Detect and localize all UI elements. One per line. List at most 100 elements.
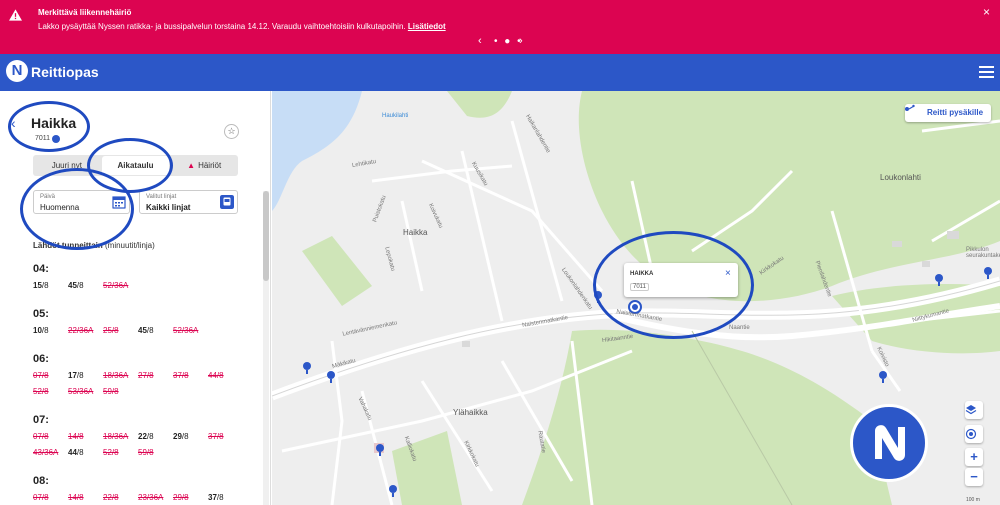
cancelled-departure[interactable]: 23/36A [138,493,173,502]
departure-line: /8 [111,493,119,502]
place-label-church: Pikkulon seurakuntakeskus [966,247,1000,259]
alert-more-link[interactable]: Lisätiedot [408,22,446,31]
departure-line: /8 [146,371,154,380]
departure-minute: 52 [103,281,112,290]
departure-minute: 52 [173,326,182,335]
departure-minute: 52 [33,387,42,396]
departure-minute: 07 [33,371,42,380]
disruption-banner: Merkittävä liikennehäiriö Lakko pysäyttä… [0,0,1000,54]
departure-minute: 07 [33,493,42,502]
departure[interactable]: 17/8 [68,371,103,380]
cancelled-departure[interactable]: 27/8 [138,371,173,380]
departure-minute: 17 [68,371,77,380]
cancelled-departure[interactable]: 37/8 [173,371,208,380]
departure-minute: 15 [33,281,42,290]
departure-minute: 37 [208,432,217,441]
alert-text: Lakko pysäyttää Nyssen ratikka- ja bussi… [38,22,446,31]
bus-filter-icon [220,195,234,209]
departure-minute: 22 [68,326,77,335]
tab-disruptions[interactable]: ▲ Häiriöt [170,155,238,176]
cancelled-departure[interactable]: 07/8 [33,493,68,502]
alert-prev-button[interactable]: ‹ [478,35,482,47]
departure-line: /8 [111,448,119,457]
zoom-in-button[interactable]: + [965,448,983,466]
departure[interactable]: 44/8 [68,448,103,457]
departure-minute: 53 [68,387,77,396]
locate-button[interactable] [965,425,983,443]
departure-line: /8 [216,493,224,502]
departure-line: /8 [76,448,84,457]
departure-minute: 14 [68,432,77,441]
hamburger-menu-icon[interactable] [979,66,994,78]
locate-icon [965,428,977,440]
scrollbar-thumb[interactable] [263,191,269,281]
cancelled-departure[interactable]: 18/36A [103,371,138,380]
departure-line: /36A [111,281,129,290]
departure-minute: 44 [208,371,217,380]
cancelled-departure[interactable]: 07/8 [33,371,68,380]
departure[interactable]: 10/8 [33,326,68,335]
hour-heading: 07: [33,414,49,426]
departure-line: /8 [76,371,84,380]
departure-line: /8 [41,371,49,380]
cancelled-departure[interactable]: 44/8 [208,371,243,380]
cancelled-departure[interactable]: 52/8 [103,448,138,457]
cancelled-departure[interactable]: 18/36A [103,432,138,441]
departure-line: /8 [41,387,49,396]
cancelled-departure[interactable]: 59/8 [103,387,138,396]
water-label: Haukilahti [382,113,409,119]
cancelled-departure[interactable]: 53/36A [68,387,103,396]
departure-minute: 29 [173,432,182,441]
departure[interactable]: 22/8 [138,432,173,441]
cancelled-departure[interactable]: 29/8 [173,493,208,502]
layers-button[interactable] [965,401,983,419]
departure-line: /36A [111,371,129,380]
cancelled-departure[interactable]: 14/8 [68,432,103,441]
cancelled-departure[interactable]: 14/8 [68,493,103,502]
departure-line: /8 [41,281,49,290]
departure[interactable]: 45/8 [138,326,173,335]
cancelled-departure[interactable]: 59/8 [138,448,173,457]
cancelled-departure[interactable]: 52/36A [103,281,138,290]
departure-minute: 29 [173,493,182,502]
cancelled-departure[interactable]: 07/8 [33,432,68,441]
departure-line: /36A [76,326,94,335]
annotation-circle [8,101,90,152]
departure-line: /8 [146,448,154,457]
departure[interactable]: 29/8 [173,432,208,441]
departure-line: /8 [181,432,189,441]
line-selector[interactable]: Valitut linjat Kaikki linjat [139,190,238,214]
favourite-star-button[interactable]: ☆ [224,124,239,139]
app-logo[interactable]: N [6,60,28,82]
map-scale: 100 m [966,497,980,503]
departure-minute: 23 [138,493,147,502]
departure-minute: 27 [138,371,147,380]
alert-close-button[interactable]: × [983,5,990,19]
route-to-stop-label: Reitti pysäkille [927,108,984,117]
route-to-stop-button[interactable]: Reitti pysäkille [905,104,992,122]
cancelled-departure[interactable]: 22/8 [103,493,138,502]
place-label-haikka: Haikka [403,228,428,237]
departure-line: /8 [216,371,224,380]
departure[interactable]: 45/8 [68,281,103,290]
cancelled-departure[interactable]: 25/8 [103,326,138,335]
departure-minute: 18 [103,432,112,441]
cancelled-departure[interactable]: 43/36A [33,448,68,457]
departure-row: 52/8 53/36A 59/8 [33,387,138,396]
alert-next-button[interactable]: › [519,35,523,47]
place-label-ylahaikka: Ylähaikka [453,408,488,417]
departure-minute: 59 [103,387,112,396]
cancelled-departure[interactable]: 52/36A [173,326,208,335]
cancelled-departure[interactable]: 22/36A [68,326,103,335]
app-header: N Reittiopas [0,54,1000,91]
place-label-loukonlahti: Loukonlahti [880,173,921,182]
hour-heading: 06: [33,353,49,365]
cancelled-departure[interactable]: 37/8 [208,432,243,441]
nysse-logo [850,404,928,482]
cancelled-departure[interactable]: 52/8 [33,387,68,396]
departure[interactable]: 15/8 [33,281,68,290]
departure[interactable]: 37/8 [208,493,243,502]
departure-minute: 45 [138,326,147,335]
app-title[interactable]: Reittiopas [31,64,99,80]
zoom-out-button[interactable]: − [965,468,983,486]
